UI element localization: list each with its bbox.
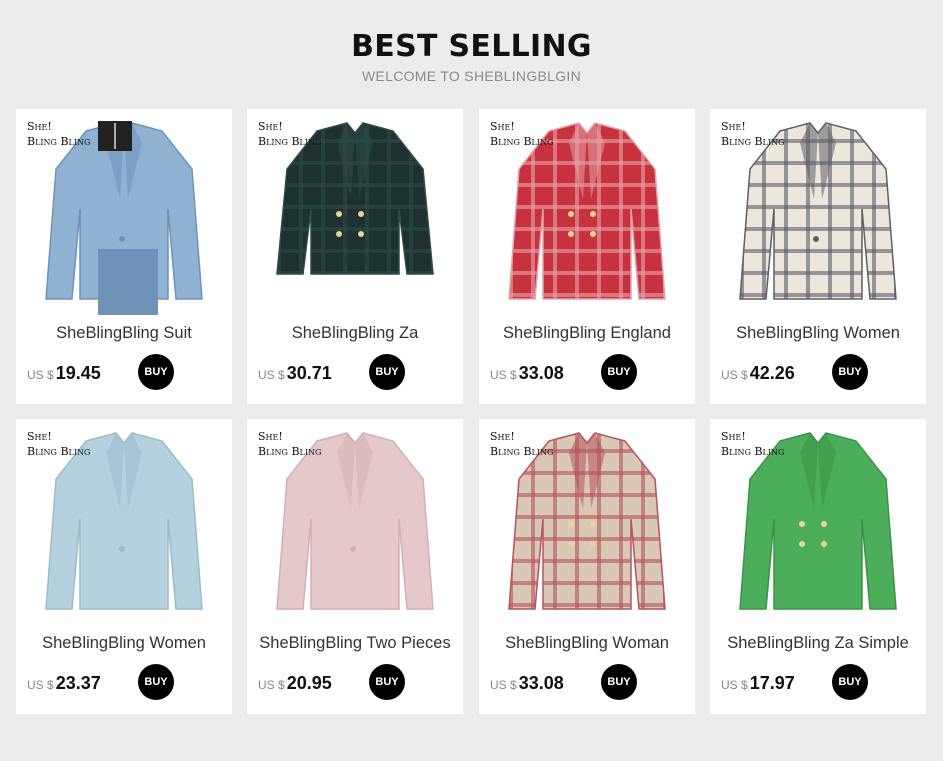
product-name[interactable]: SheBlingBling Women [16,634,232,653]
product-name[interactable]: SheBlingBling Women [710,324,926,343]
brand-logo: She! Bling Bling [258,430,322,458]
product-card[interactable]: She! Bling Bling SheBlingBling Women US … [710,109,926,404]
buy-button[interactable]: BUY [369,354,405,390]
currency-label: US $ [490,678,517,692]
buy-button[interactable]: BUY [832,664,868,700]
product-price: US $42.26 [721,363,795,384]
currency-label: US $ [258,678,285,692]
product-price: US $20.95 [258,673,332,694]
currency-label: US $ [721,368,748,382]
product-card[interactable]: She! Bling Bling SheBlingBling Two Piece… [247,419,463,714]
product-card[interactable]: She! Bling Bling SheBlingBling Za US $30… [247,109,463,404]
currency-label: US $ [490,368,517,382]
currency-label: US $ [27,678,54,692]
brand-logo: She! Bling Bling [490,430,554,458]
price-amount: 17.97 [749,673,795,693]
price-amount: 20.95 [286,673,332,693]
buy-button[interactable]: BUY [138,664,174,700]
buy-button[interactable]: BUY [601,354,637,390]
product-name[interactable]: SheBlingBling Za Simple [710,634,926,653]
product-price: US $30.71 [258,363,332,384]
price-amount: 42.26 [749,363,795,383]
product-card[interactable]: She! Bling Bling SheBlingBling Suit US $… [16,109,232,404]
brand-logo: She! Bling Bling [490,120,554,148]
product-name[interactable]: SheBlingBling Two Pieces [247,634,463,653]
product-card[interactable]: She! Bling Bling SheBlingBling England U… [479,109,695,404]
page-title: BEST SELLING [351,29,592,64]
buy-button[interactable]: BUY [832,354,868,390]
price-amount: 33.08 [518,673,564,693]
brand-logo: She! Bling Bling [27,430,91,458]
price-amount: 23.37 [55,673,101,693]
currency-label: US $ [27,368,54,382]
buy-button[interactable]: BUY [138,354,174,390]
product-card[interactable]: She! Bling Bling SheBlingBling Women US … [16,419,232,714]
product-name[interactable]: SheBlingBling Za [247,324,463,343]
product-price: US $17.97 [721,673,795,694]
price-amount: 19.45 [55,363,101,383]
product-card[interactable]: She! Bling Bling SheBlingBling Woman US … [479,419,695,714]
product-name[interactable]: SheBlingBling Suit [16,324,232,343]
buy-button[interactable]: BUY [601,664,637,700]
product-price: US $23.37 [27,673,101,694]
product-price: US $19.45 [27,363,101,384]
section-header: BEST SELLING WELCOME TO SHEBLINGBLGIN [0,28,943,84]
brand-logo: She! Bling Bling [721,120,785,148]
product-price: US $33.08 [490,363,564,384]
price-amount: 33.08 [518,363,564,383]
currency-label: US $ [721,678,748,692]
product-name[interactable]: SheBlingBling Woman [479,634,695,653]
product-price: US $33.08 [490,673,564,694]
buy-button[interactable]: BUY [369,664,405,700]
product-name[interactable]: SheBlingBling England [479,324,695,343]
product-card[interactable]: She! Bling Bling SheBlingBling Za Simple… [710,419,926,714]
page-subtitle: WELCOME TO SHEBLINGBLGIN [361,68,582,84]
brand-logo: She! Bling Bling [258,120,322,148]
price-amount: 30.71 [286,363,332,383]
brand-logo: She! Bling Bling [721,430,785,458]
currency-label: US $ [258,368,285,382]
brand-logo: She! Bling Bling [27,120,91,148]
